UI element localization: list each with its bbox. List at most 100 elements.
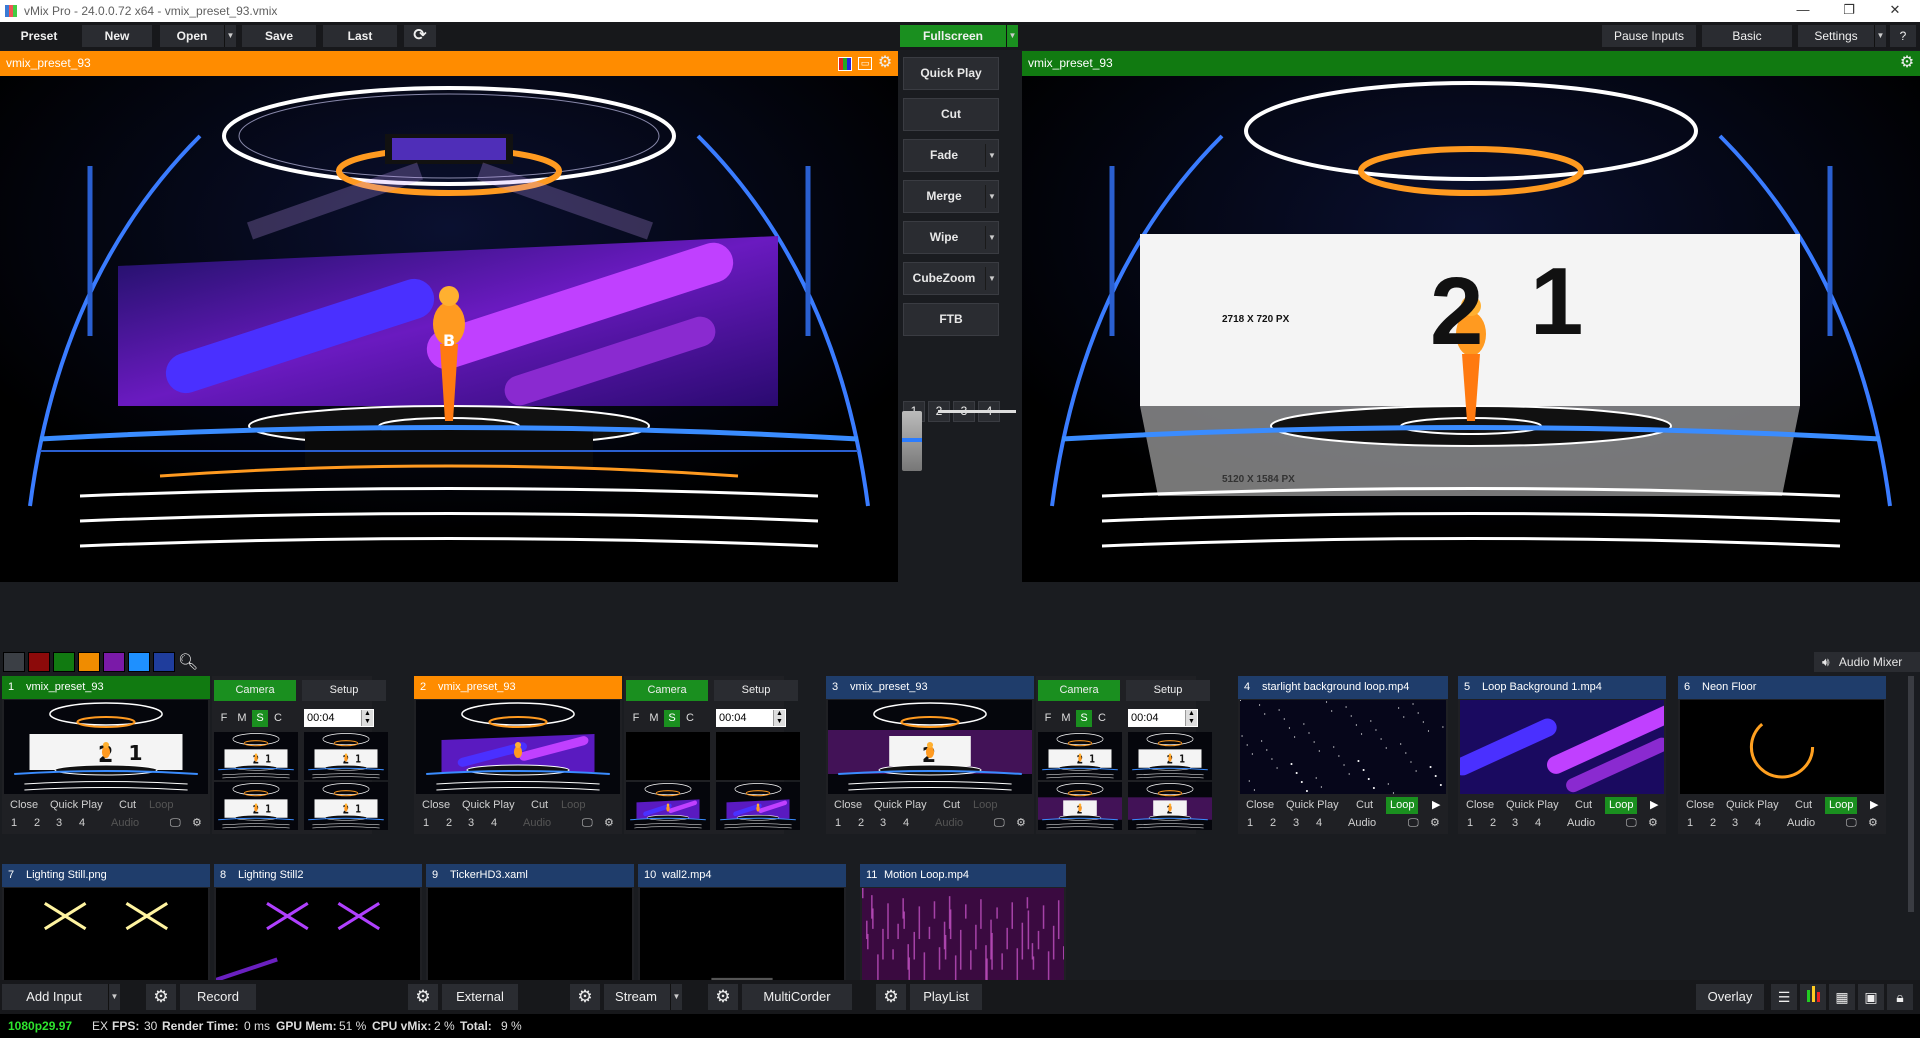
play-icon[interactable]: ▶ — [1432, 797, 1440, 814]
camera-f-button[interactable]: F — [1040, 710, 1056, 727]
input-thumbnail[interactable] — [416, 700, 620, 794]
camera-shot-thumbnail[interactable]: 21 — [214, 732, 298, 780]
overlay-2-button[interactable]: 2 — [34, 815, 40, 832]
camera-shot-thumbnail[interactable] — [716, 732, 800, 780]
window-icon[interactable]: ▭ — [858, 57, 872, 70]
input-tile-header[interactable]: 3 vmix_preset_93 — [826, 676, 1034, 699]
time-stepper-icon[interactable]: ▲ ▼ — [1185, 710, 1197, 726]
overlay-4-button[interactable]: 4 — [903, 815, 909, 832]
camera-m-button[interactable]: M — [234, 710, 250, 727]
camera-m-button[interactable]: M — [646, 710, 662, 727]
new-button[interactable]: New — [82, 25, 152, 47]
record-button[interactable]: Record — [180, 984, 256, 1010]
camera-m-button[interactable]: M — [1058, 710, 1074, 727]
camera-s-button[interactable]: S — [664, 710, 680, 727]
open-dropdown-icon[interactable]: ▼ — [224, 25, 236, 47]
monitor-icon[interactable]: 🖵︎ — [170, 815, 181, 832]
input-thumbnail[interactable]: 21 — [4, 700, 208, 794]
wipe-dropdown-icon[interactable]: ▼ — [985, 226, 998, 249]
overlay-3-button[interactable]: 3 — [1512, 815, 1518, 832]
overlay-4-button[interactable]: 4 — [1535, 815, 1541, 832]
monitor-icon[interactable]: 🖵︎ — [1626, 815, 1637, 832]
close-button[interactable]: Close — [1466, 797, 1494, 814]
camera-s-button[interactable]: S — [252, 710, 268, 727]
color-tag-6[interactable] — [128, 652, 150, 672]
camera-button[interactable]: Camera — [214, 680, 296, 701]
overlay-2-button[interactable]: 2 — [858, 815, 864, 832]
color-bars-icon[interactable] — [838, 57, 852, 71]
camera-shot-thumbnail[interactable]: 21 — [1038, 732, 1122, 780]
camera-shot-thumbnail[interactable]: 2 — [1038, 782, 1122, 830]
fullscreen-dropdown-icon[interactable]: ▼ — [1006, 25, 1018, 47]
maximize-icon[interactable]: ❐ — [1826, 0, 1872, 22]
input-tile[interactable]: 8 Lighting Still2 — [214, 864, 422, 984]
record-settings-icon[interactable]: ⚙ — [146, 984, 176, 1010]
multicorder-button[interactable]: MultiCorder — [742, 984, 852, 1010]
cut-button[interactable]: Cut — [1795, 797, 1812, 814]
camera-f-button[interactable]: F — [216, 710, 232, 727]
playlist-button[interactable]: PlayList — [910, 984, 982, 1010]
merge-button[interactable]: Merge ▼ — [903, 180, 999, 213]
loop-button[interactable]: Loop — [973, 797, 997, 814]
loop-button[interactable]: Loop — [149, 797, 173, 814]
loop-button[interactable]: Loop — [1825, 797, 1858, 814]
overlay-2-button[interactable]: 2 — [1710, 815, 1716, 832]
cubezoom-dropdown-icon[interactable]: ▼ — [985, 267, 998, 290]
last-button[interactable]: Last — [323, 25, 397, 47]
close-button[interactable]: Close — [834, 797, 862, 814]
input-tile[interactable]: 2 vmix_preset_93 Close Quick Play Cut Loop 1 2… — [414, 676, 622, 834]
input-thumbnail[interactable] — [862, 888, 1064, 984]
camera-button[interactable]: Camera — [1038, 680, 1120, 701]
input-tile[interactable]: 1vmix_preset_93 21 CloseQuick PlayCutLoo… — [2, 676, 210, 834]
input-tile[interactable]: 6 Neon Floor Close Quick Play Cut Loop ▶ 1 2 3 4 Au… — [1678, 676, 1886, 834]
loop-button[interactable]: Loop — [1386, 797, 1419, 814]
settings-dropdown-icon[interactable]: ▼ — [1874, 25, 1886, 47]
time-stepper-icon[interactable]: ▲ ▼ — [773, 710, 785, 726]
overlay-3-button[interactable]: 3 — [56, 815, 62, 832]
setup-button[interactable]: Setup — [302, 680, 386, 701]
quick-play-button[interactable]: Quick Play — [1726, 797, 1779, 814]
input-thumbnail[interactable] — [1460, 700, 1664, 794]
overlay-2-button[interactable]: 2 — [446, 815, 452, 832]
lock-icon[interactable]: 🔒︎ — [1887, 984, 1913, 1010]
playlist-settings-icon[interactable]: ⚙ — [876, 984, 906, 1010]
tile-settings-icon[interactable]: ⚙ — [1868, 815, 1878, 832]
t-bar-handle[interactable] — [902, 411, 922, 471]
settings-button[interactable]: Settings ▼ — [1798, 25, 1886, 47]
monitor-icon[interactable]: 🖵︎ — [1408, 815, 1419, 832]
overlay-1-button[interactable]: 1 — [11, 815, 17, 832]
open-button[interactable]: Open ▼ — [160, 25, 236, 47]
play-icon[interactable]: ▶ — [1870, 797, 1878, 814]
help-button[interactable]: ? — [1890, 25, 1916, 47]
camera-shot-thumbnail[interactable]: 21 — [304, 732, 388, 780]
camera-shot-thumbnail[interactable]: 21 — [214, 782, 298, 830]
preview-screen[interactable]: B — [0, 76, 898, 582]
monitor-icon[interactable]: 🖵︎ — [582, 815, 593, 832]
overlay-3-button[interactable]: 3 — [468, 815, 474, 832]
setup-button[interactable]: Setup — [714, 680, 798, 701]
output-settings-icon[interactable]: ⚙ — [1898, 54, 1916, 72]
input-tile-header[interactable]: 9 TickerHD3.xaml — [426, 864, 634, 887]
overlay-1-button[interactable]: 1 — [423, 815, 429, 832]
overlay-1-button[interactable]: 1 — [1687, 815, 1693, 832]
camera-s-button[interactable]: S — [1076, 710, 1092, 727]
color-tag-7[interactable] — [153, 652, 175, 672]
fullscreen-button[interactable]: Fullscreen ▼ — [900, 25, 1018, 47]
time-input[interactable]: 00:04 ▲ ▼ — [1128, 709, 1198, 727]
input-thumbnail[interactable] — [216, 888, 420, 984]
audio-button[interactable]: Audio — [935, 815, 963, 832]
camera-shot-thumbnail[interactable] — [626, 782, 710, 830]
input-thumbnail[interactable] — [4, 888, 208, 984]
input-tile[interactable]: 3 vmix_preset_93 2 Close Quick Play Cut Loop… — [826, 676, 1034, 834]
add-input-dropdown-icon[interactable]: ▼ — [108, 984, 120, 1010]
overlay-4-button[interactable]: 4 — [79, 815, 85, 832]
tile-settings-icon[interactable]: ⚙ — [1430, 815, 1440, 832]
overlay-3-button[interactable]: 3 — [1293, 815, 1299, 832]
quick-play-button[interactable]: Quick Play — [874, 797, 927, 814]
grid-view-icon[interactable]: ▦ — [1829, 984, 1855, 1010]
camera-shot-thumbnail[interactable] — [716, 782, 800, 830]
audio-button[interactable]: Audio — [1348, 815, 1376, 832]
camera-shot-thumbnail[interactable] — [626, 732, 710, 780]
overlay-2-button[interactable]: 2 — [1490, 815, 1496, 832]
input-tile-header[interactable]: 4 starlight background loop.mp4 — [1238, 676, 1448, 699]
